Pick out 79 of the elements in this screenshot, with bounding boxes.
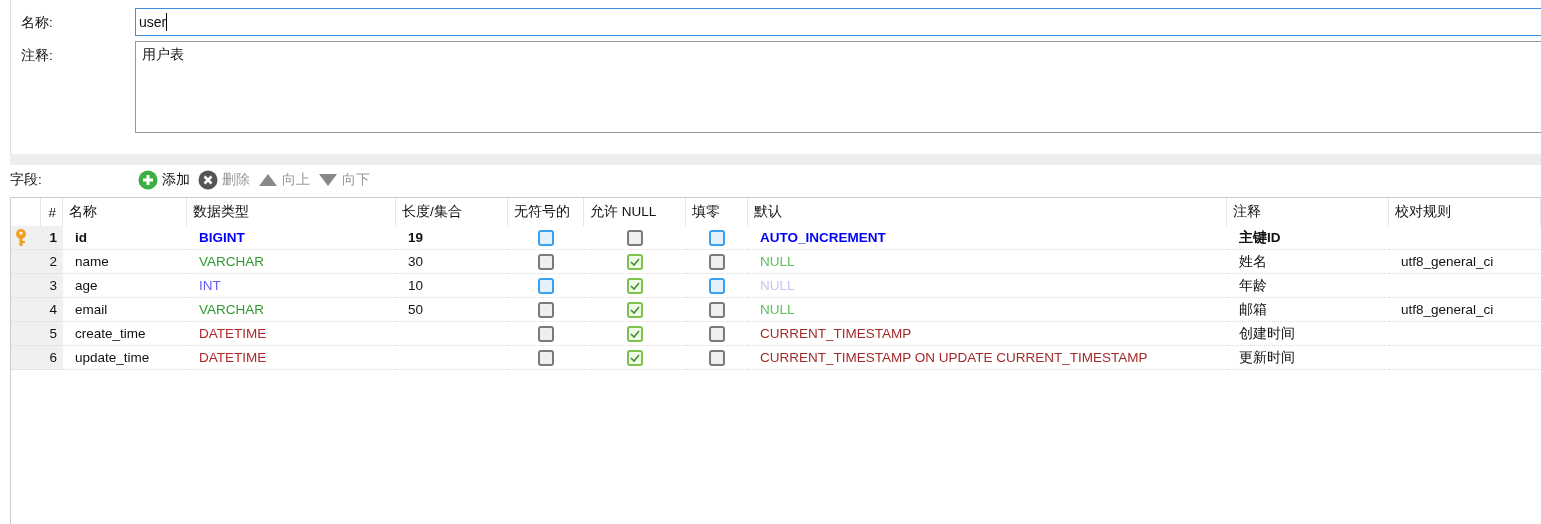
table-cell: CURRENT_TIMESTAMP ON UPDATE CURRENT_TIMESTAMP — [748, 346, 1227, 370]
table-cell: INT — [187, 274, 396, 298]
table-cell: VARCHAR — [187, 298, 396, 322]
table-cell: utf8_general_ci — [1401, 254, 1494, 269]
checkbox[interactable] — [709, 253, 725, 270]
comment-field[interactable]: 用户表 — [135, 41, 1541, 133]
row-number: 3 — [41, 274, 63, 298]
fields-label: 字段: — [10, 171, 43, 189]
table-cell: 19 — [408, 230, 424, 245]
checkbox[interactable] — [538, 277, 554, 294]
column-header[interactable]: 长度/集合 — [396, 198, 508, 226]
column-header[interactable]: 校对规则 — [1389, 198, 1541, 226]
triangle-down-icon — [318, 173, 338, 187]
table-cell: CURRENT_TIMESTAMP — [748, 322, 1227, 346]
table-cell: DATETIME — [187, 346, 396, 370]
column-header[interactable]: 数据类型 — [187, 198, 396, 226]
column-header[interactable]: 允许 NULL — [584, 198, 686, 226]
checkbox[interactable] — [538, 349, 554, 366]
add-button[interactable]: 添加 — [138, 170, 190, 190]
table-cell: BIGINT — [187, 226, 396, 250]
column-header[interactable]: 名称 — [63, 198, 187, 226]
checkbox[interactable] — [627, 277, 643, 294]
table-cell: 主键ID — [1227, 226, 1389, 250]
table-cell: create_time — [63, 322, 187, 346]
table-cell: NULL — [748, 274, 1227, 298]
name-label: 名称: — [20, 14, 54, 32]
triangle-up-icon — [258, 173, 278, 187]
table-cell: 姓名 — [1227, 250, 1389, 274]
checkbox[interactable] — [538, 253, 554, 270]
key-icon — [15, 228, 27, 247]
checkbox[interactable] — [627, 253, 643, 270]
checkbox[interactable] — [709, 229, 725, 246]
check-icon — [630, 353, 640, 362]
checkbox[interactable] — [709, 301, 725, 318]
table-cell: VARCHAR — [187, 250, 396, 274]
check-icon — [630, 257, 640, 266]
check-icon — [630, 281, 640, 290]
checkbox[interactable] — [709, 277, 725, 294]
row-number: 5 — [41, 322, 63, 346]
table-cell: 10 — [408, 278, 424, 293]
table-cell: 30 — [408, 254, 424, 269]
table-cell: id — [63, 226, 187, 250]
table-cell: 邮箱 — [1227, 298, 1389, 322]
checkbox[interactable] — [538, 229, 554, 246]
row-number: 1 — [41, 226, 63, 250]
checkbox[interactable] — [627, 301, 643, 318]
name-field[interactable]: user — [135, 8, 1541, 36]
row-number: 4 — [41, 298, 63, 322]
check-icon — [630, 329, 640, 338]
table-cell: utf8_general_ci — [1401, 302, 1494, 317]
table-cell: age — [63, 274, 187, 298]
table-cell: 50 — [408, 302, 424, 317]
table-cell: 创建时间 — [1227, 322, 1389, 346]
column-header[interactable]: 填零 — [686, 198, 748, 226]
checkbox[interactable] — [538, 301, 554, 318]
comment-label: 注释: — [20, 47, 54, 65]
check-icon — [630, 305, 640, 314]
delete-icon — [198, 170, 218, 190]
checkbox[interactable] — [709, 325, 725, 342]
checkbox[interactable] — [538, 325, 554, 342]
table-cell: email — [63, 298, 187, 322]
row-number: 2 — [41, 250, 63, 274]
table-cell: name — [63, 250, 187, 274]
column-header[interactable]: 无符号的 — [508, 198, 584, 226]
table-cell: 年龄 — [1227, 274, 1389, 298]
table-cell: DATETIME — [187, 322, 396, 346]
checkbox[interactable] — [627, 325, 643, 342]
column-header[interactable]: 默认 — [748, 198, 1227, 226]
checkbox[interactable] — [627, 349, 643, 366]
row-number: 6 — [41, 346, 63, 370]
checkbox[interactable] — [627, 229, 643, 246]
table-cell: NULL — [748, 250, 1227, 274]
column-header[interactable]: 注释 — [1227, 198, 1389, 226]
add-icon — [138, 170, 158, 190]
table-cell: update_time — [63, 346, 187, 370]
table-cell: 更新时间 — [1227, 346, 1389, 370]
table-cell: AUTO_INCREMENT — [748, 226, 1227, 250]
table-cell: NULL — [748, 298, 1227, 322]
checkbox[interactable] — [709, 349, 725, 366]
